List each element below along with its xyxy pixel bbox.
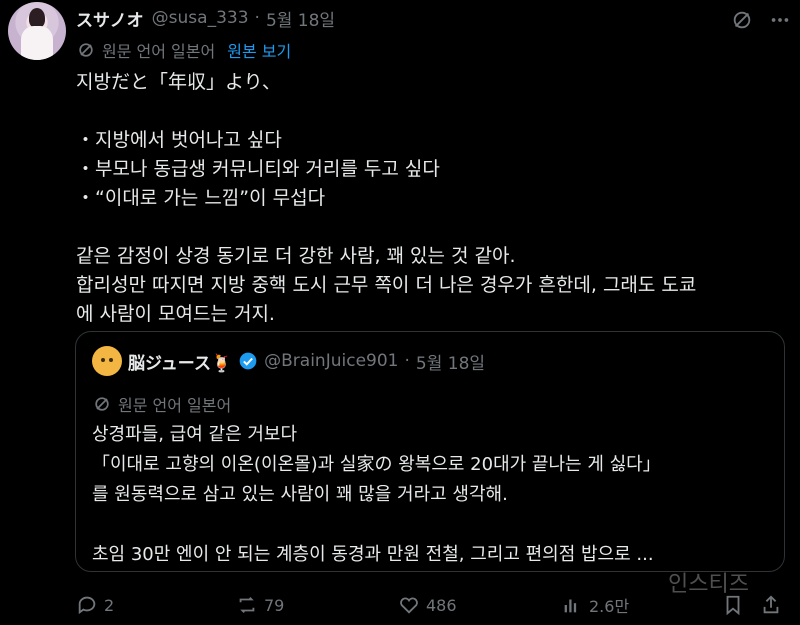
separator-dot: · <box>254 8 260 28</box>
verified-badge-icon <box>239 352 257 370</box>
views-count: 2.6만 <box>589 597 630 616</box>
reply-icon <box>78 596 96 615</box>
post-text: 지방だと「年収」より、 ・지방에서 벗어나고 싶다 ・부모나 동급생 커뮤니티와… <box>76 71 697 325</box>
translation-row: 원문 언어 일본어 원본 보기 <box>76 38 291 62</box>
quote-translation-row: 원문 언어 일본어 <box>92 392 231 416</box>
post-header: スサノオ @susa_333 · 5월 18일 <box>76 4 800 32</box>
like-count: 486 <box>426 595 457 615</box>
share-icon <box>763 595 779 614</box>
reply-count: 2 <box>104 595 115 615</box>
quote-translate-label: 원문 언어 일본어 <box>118 396 232 415</box>
quote-separator: · <box>404 351 410 371</box>
translate-icon <box>79 43 93 57</box>
repost-button[interactable]: 79 <box>236 594 284 616</box>
share-button[interactable] <box>760 594 782 616</box>
quoted-post[interactable]: 脳ジュース🍹 @BrainJuice901 · 5월 18일 원문 언어 일본어… <box>75 331 785 572</box>
translate-icon <box>95 397 109 411</box>
quote-text: 상경파들, 급여 같은 거보다 「이대로 고향의 이온(이온몰)과 실家の 왕복… <box>92 424 661 565</box>
more-options-icon[interactable] <box>768 8 792 32</box>
view-original-link[interactable]: 원본 보기 <box>227 38 291 62</box>
post-top-icons <box>730 8 792 32</box>
post-actions: 2 79 486 2.6만 <box>76 590 786 620</box>
quote-date[interactable]: 5월 18일 <box>416 349 485 374</box>
repost-icon <box>239 597 255 613</box>
author-name[interactable]: スサノオ <box>76 6 144 31</box>
quote-handle[interactable]: @BrainJuice901 <box>264 351 398 371</box>
quote-author-name[interactable]: 脳ジュース🍹 <box>128 349 232 374</box>
heart-icon <box>400 597 418 614</box>
post-date[interactable]: 5월 18일 <box>266 6 335 31</box>
avatar-dress <box>21 26 53 60</box>
translate-label: 원문 언어 일본어 <box>102 42 216 61</box>
views-icon <box>564 599 577 613</box>
grok-icon[interactable] <box>730 8 754 32</box>
reply-button[interactable]: 2 <box>76 594 114 616</box>
author-avatar[interactable] <box>8 2 66 60</box>
bookmark-button[interactable] <box>722 594 744 616</box>
repost-count: 79 <box>264 595 285 615</box>
quote-avatar[interactable] <box>92 346 122 376</box>
bookmark-icon <box>726 595 740 616</box>
avatar-figure <box>29 8 45 28</box>
quote-header: 脳ジュース🍹 @BrainJuice901 · 5월 18일 <box>92 346 485 376</box>
views-button[interactable]: 2.6만 <box>561 593 629 617</box>
like-button[interactable]: 486 <box>398 594 457 616</box>
author-handle[interactable]: @susa_333 <box>152 8 249 28</box>
